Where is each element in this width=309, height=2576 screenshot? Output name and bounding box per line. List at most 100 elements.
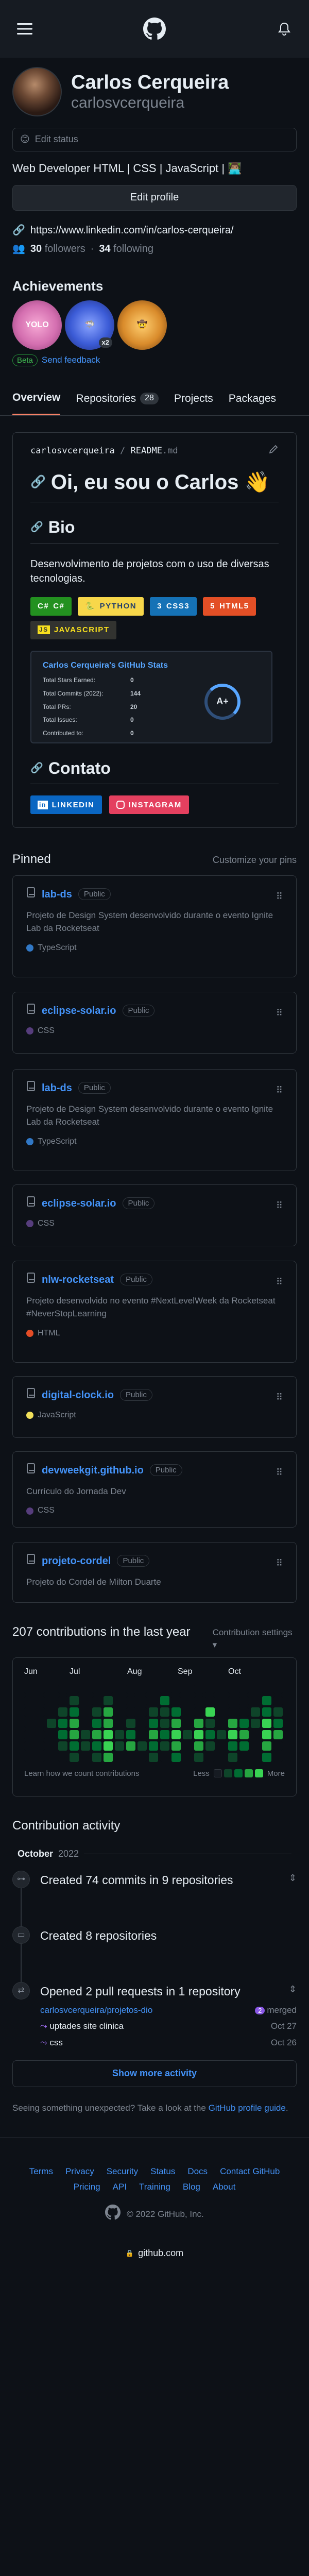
contribution-day-cell[interactable]: [58, 1707, 67, 1717]
contribution-day-cell[interactable]: [58, 1752, 67, 1762]
footer-link[interactable]: Status: [150, 2165, 175, 2178]
contribution-day-cell[interactable]: [171, 1718, 181, 1728]
pr-repo-link[interactable]: carlosvcerqueira/projetos-dio: [40, 2004, 152, 2016]
github-logo-icon[interactable]: [143, 18, 166, 40]
repo-name-link[interactable]: projeto-cordel: [42, 1554, 111, 1568]
contribution-day-cell[interactable]: [160, 1707, 169, 1717]
footer-link[interactable]: Terms: [29, 2165, 53, 2178]
contribution-day-cell[interactable]: [24, 1718, 33, 1728]
anchor-link-icon[interactable]: 🔗: [30, 520, 43, 534]
contribution-day-cell[interactable]: [171, 1730, 181, 1739]
contribution-day-cell[interactable]: [138, 1741, 147, 1751]
activity-prs-toggle[interactable]: Opened 2 pull requests in 1 repository: [40, 1983, 241, 1999]
footer-link[interactable]: Docs: [187, 2165, 208, 2178]
drag-handle-icon[interactable]: ⠿: [276, 1276, 283, 1289]
drag-handle-icon[interactable]: ⠿: [276, 1084, 283, 1097]
contribution-day-cell[interactable]: [36, 1684, 45, 1694]
pencil-icon[interactable]: [268, 444, 279, 459]
contribution-day-cell[interactable]: [171, 1696, 181, 1705]
contribution-day-cell[interactable]: [138, 1696, 147, 1705]
contribution-day-cell[interactable]: [126, 1707, 135, 1717]
contribution-day-cell[interactable]: [24, 1752, 33, 1762]
contribution-day-cell[interactable]: [36, 1718, 45, 1728]
shield-python[interactable]: 🐍 PYTHON: [78, 597, 144, 616]
contribution-settings-button[interactable]: Contribution settings ▾: [213, 1626, 297, 1651]
contribution-day-cell[interactable]: [262, 1730, 271, 1739]
badge-quickdraw[interactable]: 🤠: [117, 300, 167, 350]
contribution-day-cell[interactable]: [149, 1684, 158, 1694]
contribution-day-cell[interactable]: [228, 1718, 237, 1728]
contribution-day-cell[interactable]: [81, 1741, 90, 1751]
contribution-day-cell[interactable]: [273, 1730, 283, 1739]
contribution-day-cell[interactable]: [205, 1696, 215, 1705]
contribution-day-cell[interactable]: [194, 1707, 203, 1717]
contribution-day-cell[interactable]: [228, 1741, 237, 1751]
contribution-day-cell[interactable]: [92, 1718, 101, 1728]
contribution-day-cell[interactable]: [273, 1684, 283, 1694]
footer-link[interactable]: Pricing: [74, 2181, 100, 2193]
contribution-day-cell[interactable]: [205, 1718, 215, 1728]
contribution-day-cell[interactable]: [47, 1752, 56, 1762]
contribution-day-cell[interactable]: [104, 1741, 113, 1751]
contribution-day-cell[interactable]: [47, 1696, 56, 1705]
contribution-day-cell[interactable]: [205, 1684, 215, 1694]
contribution-day-cell[interactable]: [171, 1752, 181, 1762]
contribution-day-cell[interactable]: [70, 1696, 79, 1705]
edit-profile-button[interactable]: Edit profile: [12, 184, 297, 211]
anchor-link-icon[interactable]: 🔗: [30, 473, 46, 491]
shield-csharp[interactable]: C# C#: [30, 597, 72, 616]
footer-link[interactable]: About: [213, 2181, 235, 2193]
linkedin-badge[interactable]: in LINKEDIN: [30, 795, 102, 815]
contribution-day-cell[interactable]: [115, 1741, 124, 1751]
contribution-day-cell[interactable]: [92, 1707, 101, 1717]
contribution-day-cell[interactable]: [273, 1752, 283, 1762]
shield-javascript[interactable]: JS JAVASCRIPT: [30, 620, 117, 639]
footer-link[interactable]: Blog: [183, 2181, 200, 2193]
send-feedback-link[interactable]: Send feedback: [42, 354, 100, 366]
contribution-day-cell[interactable]: [228, 1730, 237, 1739]
contribution-day-cell[interactable]: [70, 1718, 79, 1728]
activity-repos-toggle[interactable]: Created 8 repositories: [40, 1927, 157, 1944]
repo-name-link[interactable]: devweekgit.github.io: [42, 1463, 144, 1478]
github-stats-card[interactable]: Carlos Cerqueira's GitHub Stats Total St…: [30, 650, 272, 743]
contribution-day-cell[interactable]: [58, 1684, 67, 1694]
contribution-day-cell[interactable]: [47, 1707, 56, 1717]
contribution-day-cell[interactable]: [104, 1718, 113, 1728]
contribution-day-cell[interactable]: [126, 1696, 135, 1705]
contribution-day-cell[interactable]: [149, 1707, 158, 1717]
drag-handle-icon[interactable]: ⠿: [276, 1557, 283, 1570]
contribution-day-cell[interactable]: [239, 1696, 249, 1705]
contribution-day-cell[interactable]: [138, 1718, 147, 1728]
contribution-day-cell[interactable]: [126, 1718, 135, 1728]
contribution-day-cell[interactable]: [115, 1718, 124, 1728]
drag-handle-icon[interactable]: ⠿: [276, 1466, 283, 1479]
contribution-day-cell[interactable]: [183, 1730, 192, 1739]
followers-link[interactable]: 30 followers: [30, 242, 85, 256]
contribution-day-cell[interactable]: [47, 1741, 56, 1751]
contribution-day-cell[interactable]: [239, 1718, 249, 1728]
profile-link[interactable]: https://www.linkedin.com/in/carlos-cerqu…: [30, 223, 234, 238]
contribution-day-cell[interactable]: [160, 1730, 169, 1739]
avatar[interactable]: [12, 67, 62, 116]
contribution-day-cell[interactable]: [251, 1684, 260, 1694]
hamburger-icon[interactable]: [13, 18, 36, 40]
contribution-day-cell[interactable]: [251, 1752, 260, 1762]
expand-icon[interactable]: ⇕: [289, 1872, 297, 1888]
contribution-day-cell[interactable]: [36, 1752, 45, 1762]
contribution-day-cell[interactable]: [217, 1752, 226, 1762]
contribution-day-cell[interactable]: [58, 1718, 67, 1728]
contribution-day-cell[interactable]: [58, 1696, 67, 1705]
contribution-day-cell[interactable]: [160, 1752, 169, 1762]
footer-link[interactable]: Training: [139, 2181, 170, 2193]
contribution-day-cell[interactable]: [228, 1707, 237, 1717]
contribution-day-cell[interactable]: [273, 1718, 283, 1728]
contribution-day-cell[interactable]: [217, 1696, 226, 1705]
contribution-day-cell[interactable]: [92, 1684, 101, 1694]
contribution-day-cell[interactable]: [126, 1741, 135, 1751]
contribution-day-cell[interactable]: [149, 1718, 158, 1728]
drag-handle-icon[interactable]: ⠿: [276, 1007, 283, 1020]
collapse-icon[interactable]: ⇕: [289, 1983, 297, 1999]
contribution-day-cell[interactable]: [36, 1730, 45, 1739]
contribution-day-cell[interactable]: [262, 1707, 271, 1717]
contribution-day-cell[interactable]: [262, 1684, 271, 1694]
